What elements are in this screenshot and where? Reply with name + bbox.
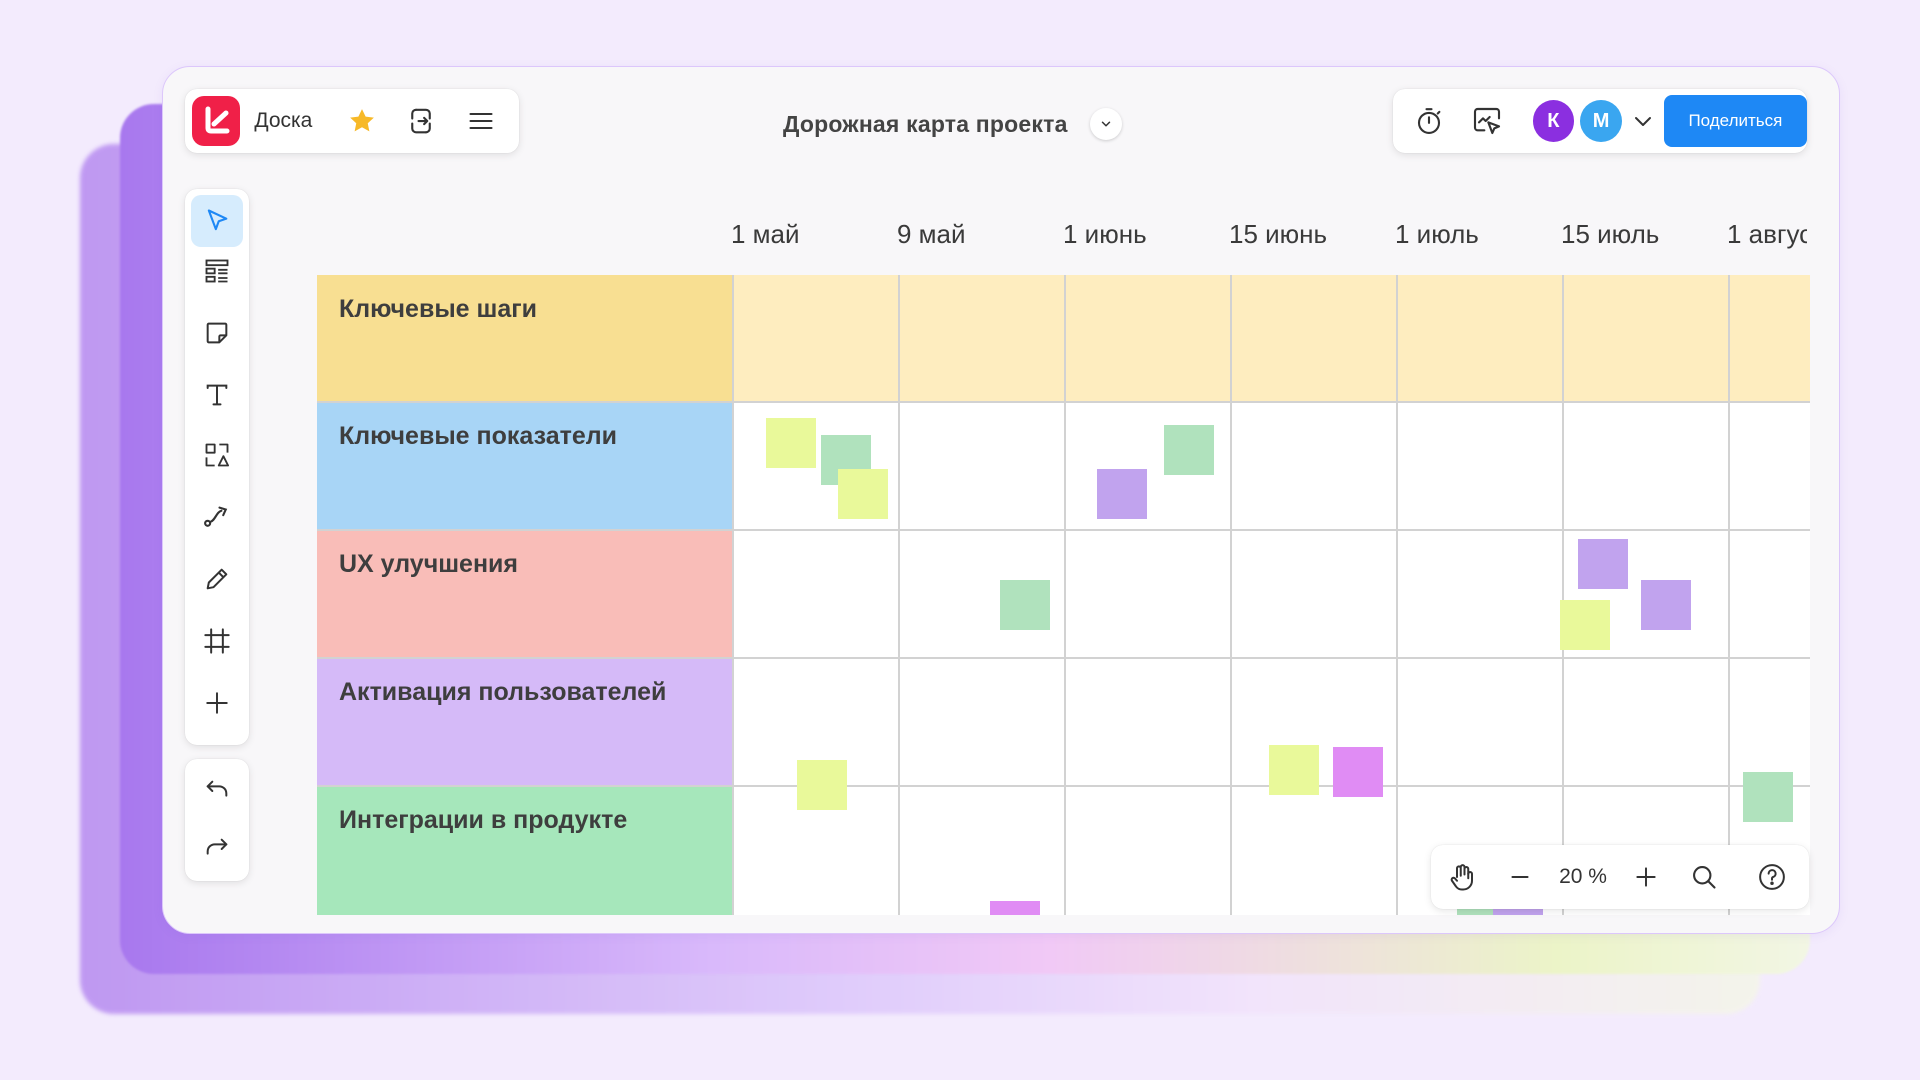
switch-board-icon[interactable] xyxy=(400,99,443,143)
sticky-note[interactable] xyxy=(1164,425,1214,475)
timeline-date: 1 май xyxy=(731,219,800,249)
grid-line xyxy=(732,275,734,915)
row-label[interactable]: Ключевые шаги xyxy=(317,275,733,402)
star-icon[interactable] xyxy=(340,99,383,143)
sticky-note[interactable] xyxy=(766,418,816,468)
plus-icon[interactable] xyxy=(191,677,243,729)
grid-line xyxy=(1230,275,1232,915)
history-toolbar xyxy=(185,759,249,881)
hand-icon[interactable] xyxy=(1439,854,1485,900)
logo-icon[interactable] xyxy=(192,96,241,146)
grid-line xyxy=(317,401,1810,403)
grid-line xyxy=(317,785,1810,787)
shapes-icon[interactable] xyxy=(191,429,243,481)
sticky-note[interactable] xyxy=(1097,469,1147,519)
zoom-level[interactable]: 20 % xyxy=(1543,865,1623,889)
presentation-pointer-icon[interactable] xyxy=(1467,101,1507,141)
sticky-note[interactable] xyxy=(1578,539,1628,589)
grid-line xyxy=(1396,275,1398,915)
zoom-panel: 20 % xyxy=(1431,845,1809,909)
sticky-note[interactable] xyxy=(990,901,1040,915)
board-title-area: Дорожная карта проекта xyxy=(783,102,1122,146)
search-icon[interactable] xyxy=(1681,854,1727,900)
timer-icon[interactable] xyxy=(1409,101,1449,141)
row-label[interactable]: Интеграции в продукте xyxy=(317,786,733,915)
undo-icon[interactable] xyxy=(191,765,243,817)
row-label[interactable]: Активация пользователей xyxy=(317,658,733,786)
zoom-out-icon[interactable] xyxy=(1497,854,1543,900)
page-title[interactable]: Дорожная карта проекта xyxy=(783,111,1068,138)
zoom-in-icon[interactable] xyxy=(1623,854,1669,900)
timeline-date: 1 июнь xyxy=(1063,219,1147,249)
frame-icon[interactable] xyxy=(191,615,243,667)
connector-icon[interactable] xyxy=(191,491,243,543)
help-icon[interactable] xyxy=(1749,854,1795,900)
redo-icon[interactable] xyxy=(191,823,243,875)
timeline-dates: 1 май 9 май 1 июнь 15 июнь 1 июль 15 июл… xyxy=(163,219,1839,259)
sticky-note[interactable] xyxy=(1269,745,1319,795)
sticky-note[interactable] xyxy=(1560,600,1610,650)
timeline-date: 9 май xyxy=(897,219,966,249)
row-label[interactable]: Ключевые показатели xyxy=(317,402,733,530)
board-window: Доска Дорожная карта проекта К М Поделит… xyxy=(162,66,1840,934)
timeline-grid[interactable]: Ключевые шаги Ключевые показатели UX улу… xyxy=(317,275,1810,915)
grid-line xyxy=(317,657,1810,659)
chevron-down-icon[interactable] xyxy=(1089,108,1122,140)
pen-icon[interactable] xyxy=(191,553,243,605)
timeline-date: 1 июль xyxy=(1395,219,1479,249)
grid-line xyxy=(1562,275,1564,915)
avatar[interactable]: М xyxy=(1580,100,1622,142)
grid-line xyxy=(1064,275,1066,915)
grid-line xyxy=(1728,275,1730,915)
avatar[interactable]: К xyxy=(1532,100,1575,142)
timeline-date: 1 августа xyxy=(1727,219,1807,249)
board-label[interactable]: Доска xyxy=(254,109,312,133)
grid-line xyxy=(317,529,1810,531)
row-cells[interactable] xyxy=(733,402,1810,530)
menu-icon[interactable] xyxy=(459,99,502,143)
share-button[interactable]: Поделиться xyxy=(1663,95,1807,147)
sticky-note[interactable] xyxy=(1000,580,1050,630)
sticky-note-icon[interactable] xyxy=(191,307,243,359)
sticky-note[interactable] xyxy=(1333,747,1383,797)
board-menu-panel: Доска xyxy=(185,89,519,153)
row-label[interactable]: UX улучшения xyxy=(317,530,733,658)
row-cells[interactable] xyxy=(733,275,1810,402)
sticky-note[interactable] xyxy=(797,760,847,810)
sticky-note[interactable] xyxy=(1743,772,1793,822)
text-icon[interactable] xyxy=(191,369,243,421)
tools-toolbar xyxy=(185,189,249,745)
sticky-note[interactable] xyxy=(1641,580,1691,630)
collaboration-panel: К М Поделиться xyxy=(1393,89,1807,153)
grid-line xyxy=(898,275,900,915)
chevron-down-icon[interactable] xyxy=(1626,101,1660,141)
timeline-date: 15 июнь xyxy=(1229,219,1328,249)
timeline-date: 15 июль xyxy=(1561,219,1660,249)
sticky-note[interactable] xyxy=(838,469,888,519)
